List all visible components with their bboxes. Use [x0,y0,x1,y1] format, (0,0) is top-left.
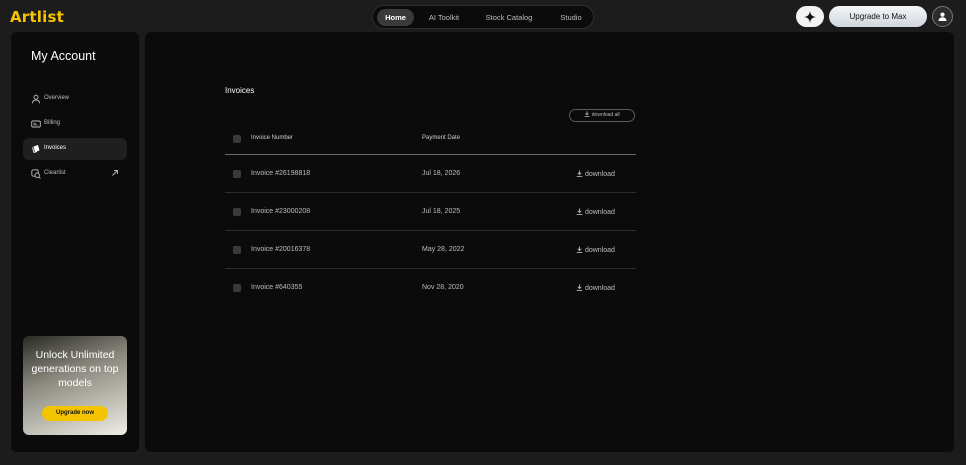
upgrade-promo-card: Unlock Unlimited generations on top mode… [23,336,127,435]
billing-icon [31,120,41,128]
nav-tab-ai-toolkit[interactable]: AI Toolkit [420,9,468,26]
sidebar-item-label: Clearlist [44,170,66,176]
invoice-number: Invoice #26198818 [251,170,311,177]
table-row: Invoice #20016378 May 28, 2022 download [225,231,636,269]
select-all-checkbox[interactable] [233,135,241,143]
table-row: Invoice #23000208 Jul 18, 2025 download [225,193,636,231]
download-label: download [584,285,615,292]
sidebar-item-overview[interactable]: Overview [23,88,127,110]
download-button[interactable]: download [576,246,615,254]
account-sidebar: My Account Overview Billing Invoices Cle… [11,32,139,452]
clearlist-icon [31,169,41,179]
download-label: download [584,171,615,178]
payment-date: Jul 18, 2026 [422,170,461,177]
table-row: Invoice #26198818 Jul 18, 2026 download [225,155,636,193]
main-nav: Home AI Toolkit Stock Catalog Studio [372,5,594,29]
download-label: download [584,209,615,216]
sidebar-item-label: Billing [44,120,61,126]
payment-date: Nov 28, 2020 [422,284,464,291]
invoice-number: Invoice #640355 [251,284,303,291]
sidebar-item-label: Invoices [44,145,67,151]
promo-text: Unlock Unlimited generations on top mode… [31,349,119,389]
download-button[interactable]: download [576,170,615,178]
table-row: Invoice #640355 Nov 28, 2020 download [225,269,636,307]
nav-tab-studio[interactable]: Studio [548,9,594,26]
main-panel: Invoices download all Invoice Number Pay… [145,32,954,452]
download-icon [576,170,583,177]
external-link-icon [112,170,118,176]
upgrade-now-button[interactable]: Upgrade now [42,406,108,421]
sparkle-icon [804,10,816,23]
avatar[interactable] [932,6,953,27]
user-avatar-icon [938,12,947,21]
invoices-icon [32,145,40,154]
row-checkbox[interactable] [233,208,241,216]
download-icon [576,284,583,291]
page-title: Invoices [225,86,255,95]
top-bar: Artlist Home AI Toolkit Stock Catalog St… [0,0,966,32]
invoice-number: Invoice #20016378 [251,246,311,253]
upgrade-to-max-button[interactable]: Upgrade to Max [829,6,927,27]
download-icon [576,246,583,253]
sidebar-title: My Account [31,49,96,63]
table-header: Invoice Number Payment Date [225,128,636,155]
download-label: download [584,247,615,254]
row-checkbox[interactable] [233,284,241,292]
download-all-button[interactable]: download all [569,109,635,122]
download-icon [576,208,583,215]
sidebar-item-clearlist[interactable]: Clearlist [23,163,127,185]
row-checkbox[interactable] [233,170,241,178]
row-checkbox[interactable] [233,246,241,254]
column-header-invoice-number: Invoice Number [251,135,294,141]
column-header-payment-date: Payment Date [422,135,461,141]
download-button[interactable]: download [576,208,615,216]
download-all-label: download all [591,112,620,118]
user-icon [31,94,41,104]
sidebar-item-label: Overview [44,95,70,101]
download-button[interactable]: download [576,284,615,292]
payment-date: Jul 18, 2025 [422,208,461,215]
invoice-number: Invoice #23000208 [251,208,311,215]
nav-tab-stock-catalog[interactable]: Stock Catalog [477,9,541,26]
download-icon [584,111,590,117]
nav-tab-home[interactable]: Home [377,9,414,26]
sidebar-item-billing[interactable]: Billing [23,113,127,135]
ai-sparkle-button[interactable] [796,6,824,27]
sidebar-item-invoices[interactable]: Invoices [23,138,127,160]
artlist-logo[interactable]: Artlist [10,8,64,26]
payment-date: May 28, 2022 [422,246,465,253]
